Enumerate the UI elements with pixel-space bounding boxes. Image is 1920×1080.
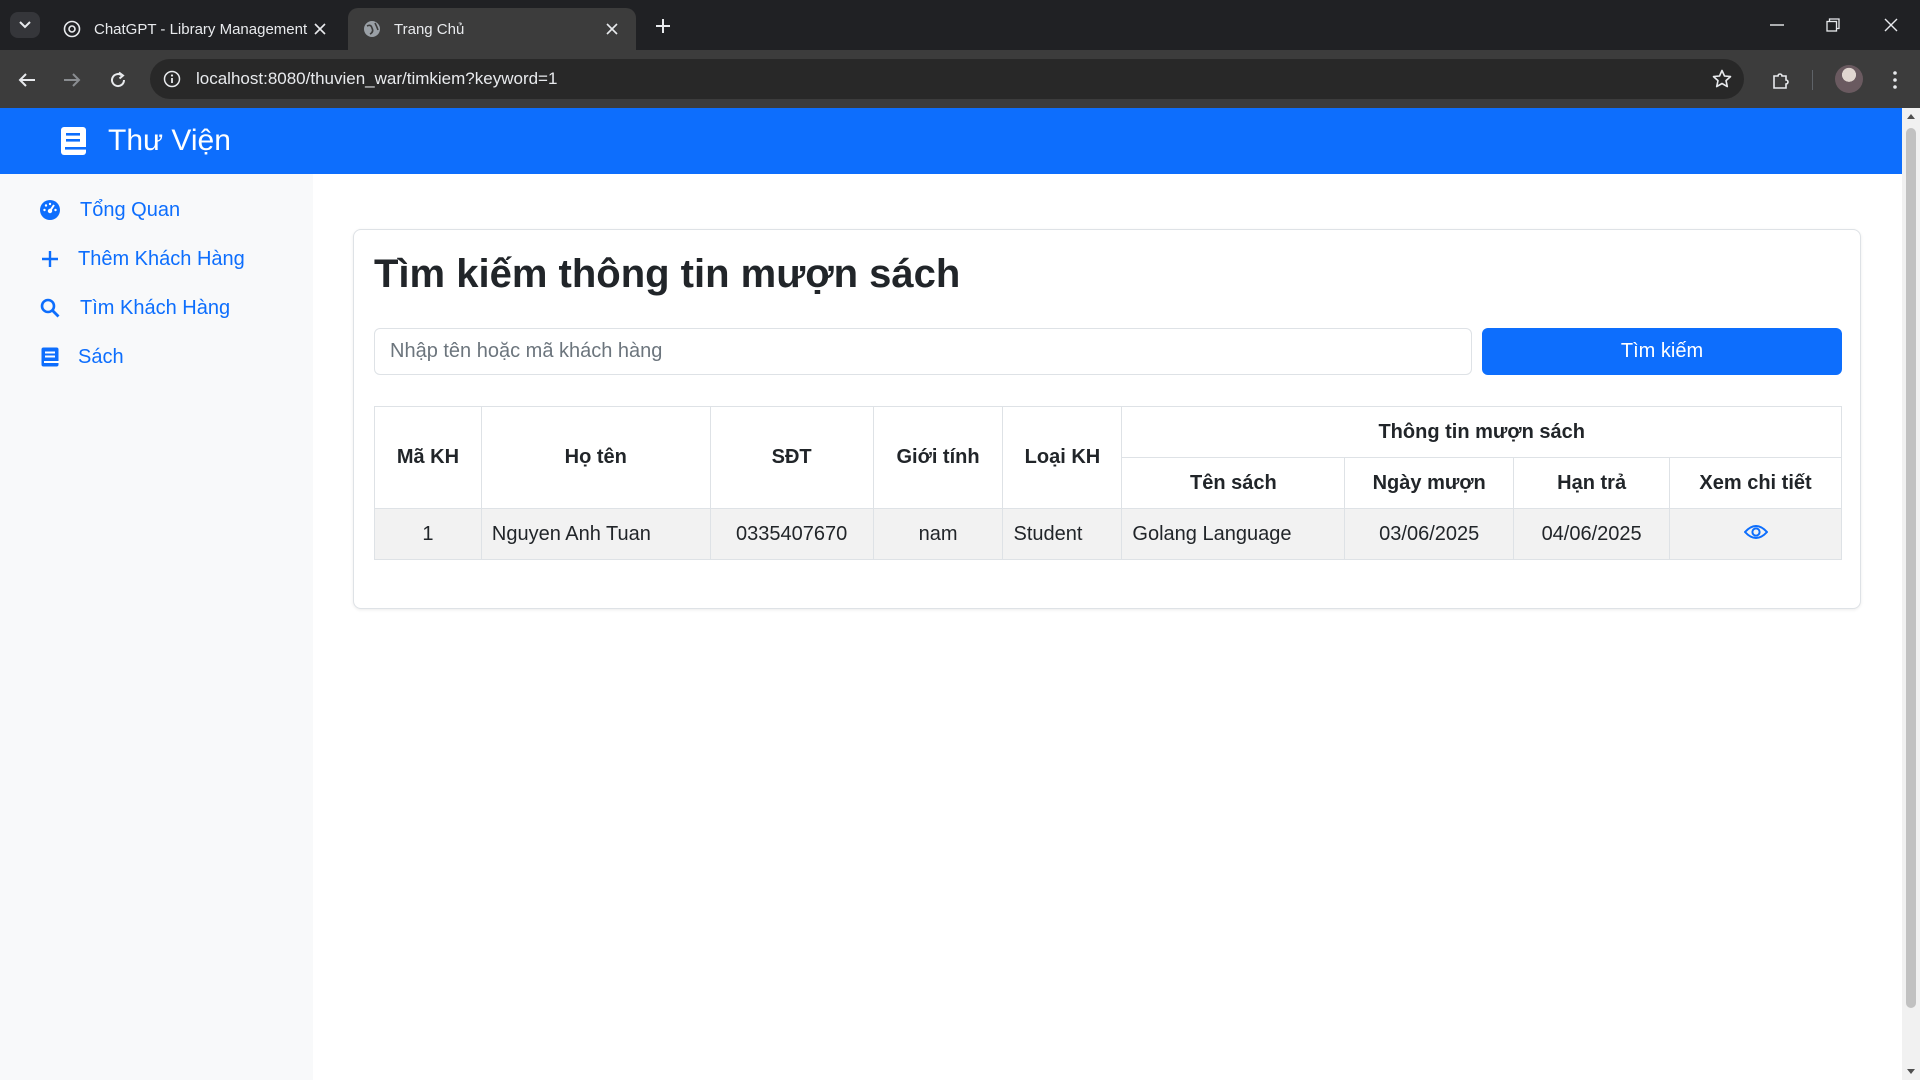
sidebar-item-tim-khach-hang[interactable]: Tìm Khách Hàng: [38, 296, 230, 320]
close-icon: [1884, 18, 1898, 32]
tab-title: ChatGPT - Library Management: [94, 20, 308, 38]
scroll-up-icon[interactable]: [1906, 112, 1916, 122]
bookmark-star-icon[interactable]: [1710, 67, 1734, 91]
browser-tab-bar: ChatGPT - Library Management Trang Chủ: [0, 0, 1920, 50]
url-text: localhost:8080/thuvien_war/timkiem?keywo…: [196, 69, 558, 88]
cell-ho-ten: Nguyen Anh Tuan: [480, 508, 711, 560]
search-card: Tìm kiếm thông tin mượn sách Tìm kiếm Mã…: [353, 229, 1861, 609]
back-button[interactable]: [11, 64, 43, 96]
restore-icon: [1826, 18, 1840, 32]
header-ma-kh: Mã KH: [374, 406, 482, 509]
forward-button[interactable]: [56, 64, 88, 96]
sidebar-item-label: Tìm Khách Hàng: [80, 296, 231, 319]
search-button[interactable]: Tìm kiếm: [1482, 328, 1842, 375]
globe-icon: [362, 19, 382, 39]
header-group-thong-tin: Thông tin mượn sách: [1121, 406, 1842, 458]
navbar: Thư Viện: [0, 108, 1902, 174]
header-ngay-muon: Ngày mượn: [1344, 457, 1515, 509]
scroll-thumb[interactable]: [1906, 128, 1916, 1008]
toolbar-divider: [1812, 70, 1813, 90]
profile-avatar[interactable]: [1835, 65, 1863, 93]
sidebar-item-label: Sách: [78, 345, 124, 368]
table-row: 1 Nguyen Anh Tuan 0335407670 nam Student…: [374, 508, 1842, 560]
cell-loai-kh: Student: [1002, 508, 1123, 560]
close-icon[interactable]: [602, 19, 622, 39]
arrow-right-icon: [64, 73, 81, 87]
close-icon[interactable]: [310, 19, 330, 39]
cell-sdt: 0335407670: [709, 508, 874, 560]
puzzle-icon: [1773, 73, 1789, 89]
tab-trang-chu[interactable]: Trang Chủ: [348, 8, 636, 50]
tab-search-button[interactable]: [10, 12, 40, 38]
sidebar-item-sach[interactable]: Sách: [38, 345, 124, 369]
minimize-icon: [1770, 24, 1784, 26]
browser-toolbar: localhost:8080/thuvien_war/timkiem?keywo…: [0, 50, 1920, 108]
tab-title: Trang Chủ: [394, 20, 465, 38]
header-sdt: SĐT: [709, 406, 874, 509]
book-icon: [61, 127, 86, 155]
browser-menu-button[interactable]: [1880, 65, 1910, 95]
book-icon: [38, 345, 62, 369]
cell-ngay-muon: 03/06/2025: [1344, 508, 1515, 560]
header-ho-ten: Họ tên: [480, 406, 711, 509]
reload-button[interactable]: [102, 64, 134, 96]
header-ten-sach: Tên sách: [1121, 457, 1346, 509]
search-icon: [38, 296, 62, 320]
tab-chatgpt[interactable]: ChatGPT - Library Management: [48, 8, 344, 50]
scroll-down-icon[interactable]: [1906, 1066, 1916, 1076]
arrow-left-icon: [18, 73, 35, 87]
sidebar: Tổng Quan Thêm Khách Hàng Tìm Khách Hàng…: [0, 174, 313, 1080]
page-title: Tìm kiếm thông tin mượn sách: [374, 252, 961, 296]
page: Thư Viện Tổng Quan Thêm Khách Hàng Tìm K…: [0, 108, 1902, 1080]
cell-ma-kh: 1: [374, 508, 482, 560]
cell-han-tra: 04/06/2025: [1513, 508, 1671, 560]
eye-icon: [1743, 524, 1768, 539]
sidebar-item-label: Tổng Quan: [80, 198, 181, 221]
address-bar[interactable]: localhost:8080/thuvien_war/timkiem?keywo…: [150, 59, 1744, 99]
result-table: Mã KH Họ tên SĐT Giới tính Loại KH Thông…: [374, 406, 1842, 560]
sidebar-item-them-khach-hang[interactable]: Thêm Khách Hàng: [38, 247, 245, 271]
more-vertical-icon: [1893, 71, 1897, 89]
cell-ten-sach: Golang Language: [1121, 508, 1346, 560]
header-xem-chi-tiet: Xem chi tiết: [1669, 457, 1842, 509]
dashboard-icon: [38, 198, 62, 222]
site-info-icon[interactable]: [160, 67, 184, 91]
plus-icon: [656, 19, 670, 33]
sidebar-item-tong-quan[interactable]: Tổng Quan: [38, 198, 180, 222]
extensions-button[interactable]: [1766, 65, 1796, 95]
header-loai-kh: Loại KH: [1002, 406, 1123, 509]
cell-gioi-tinh: nam: [872, 508, 1004, 560]
minimize-button[interactable]: [1762, 10, 1792, 40]
page-scrollbar[interactable]: [1902, 108, 1920, 1080]
cell-xem-chi-tiet: [1669, 508, 1842, 560]
close-window-button[interactable]: [1876, 10, 1906, 40]
chevron-down-icon: [19, 21, 31, 29]
sidebar-item-label: Thêm Khách Hàng: [78, 247, 245, 270]
navbar-brand[interactable]: Thư Viện: [60, 124, 231, 158]
search-input[interactable]: [374, 328, 1472, 375]
restore-button[interactable]: [1818, 10, 1848, 40]
view-detail-button[interactable]: [1743, 523, 1768, 546]
reload-icon: [111, 71, 126, 88]
new-tab-button[interactable]: [650, 13, 676, 39]
header-han-tra: Hạn trả: [1513, 457, 1671, 509]
plus-icon: [38, 247, 62, 271]
brand-title: Thư Viện: [108, 124, 231, 157]
header-gioi-tinh: Giới tính: [872, 406, 1004, 509]
chatgpt-icon: [62, 19, 82, 39]
